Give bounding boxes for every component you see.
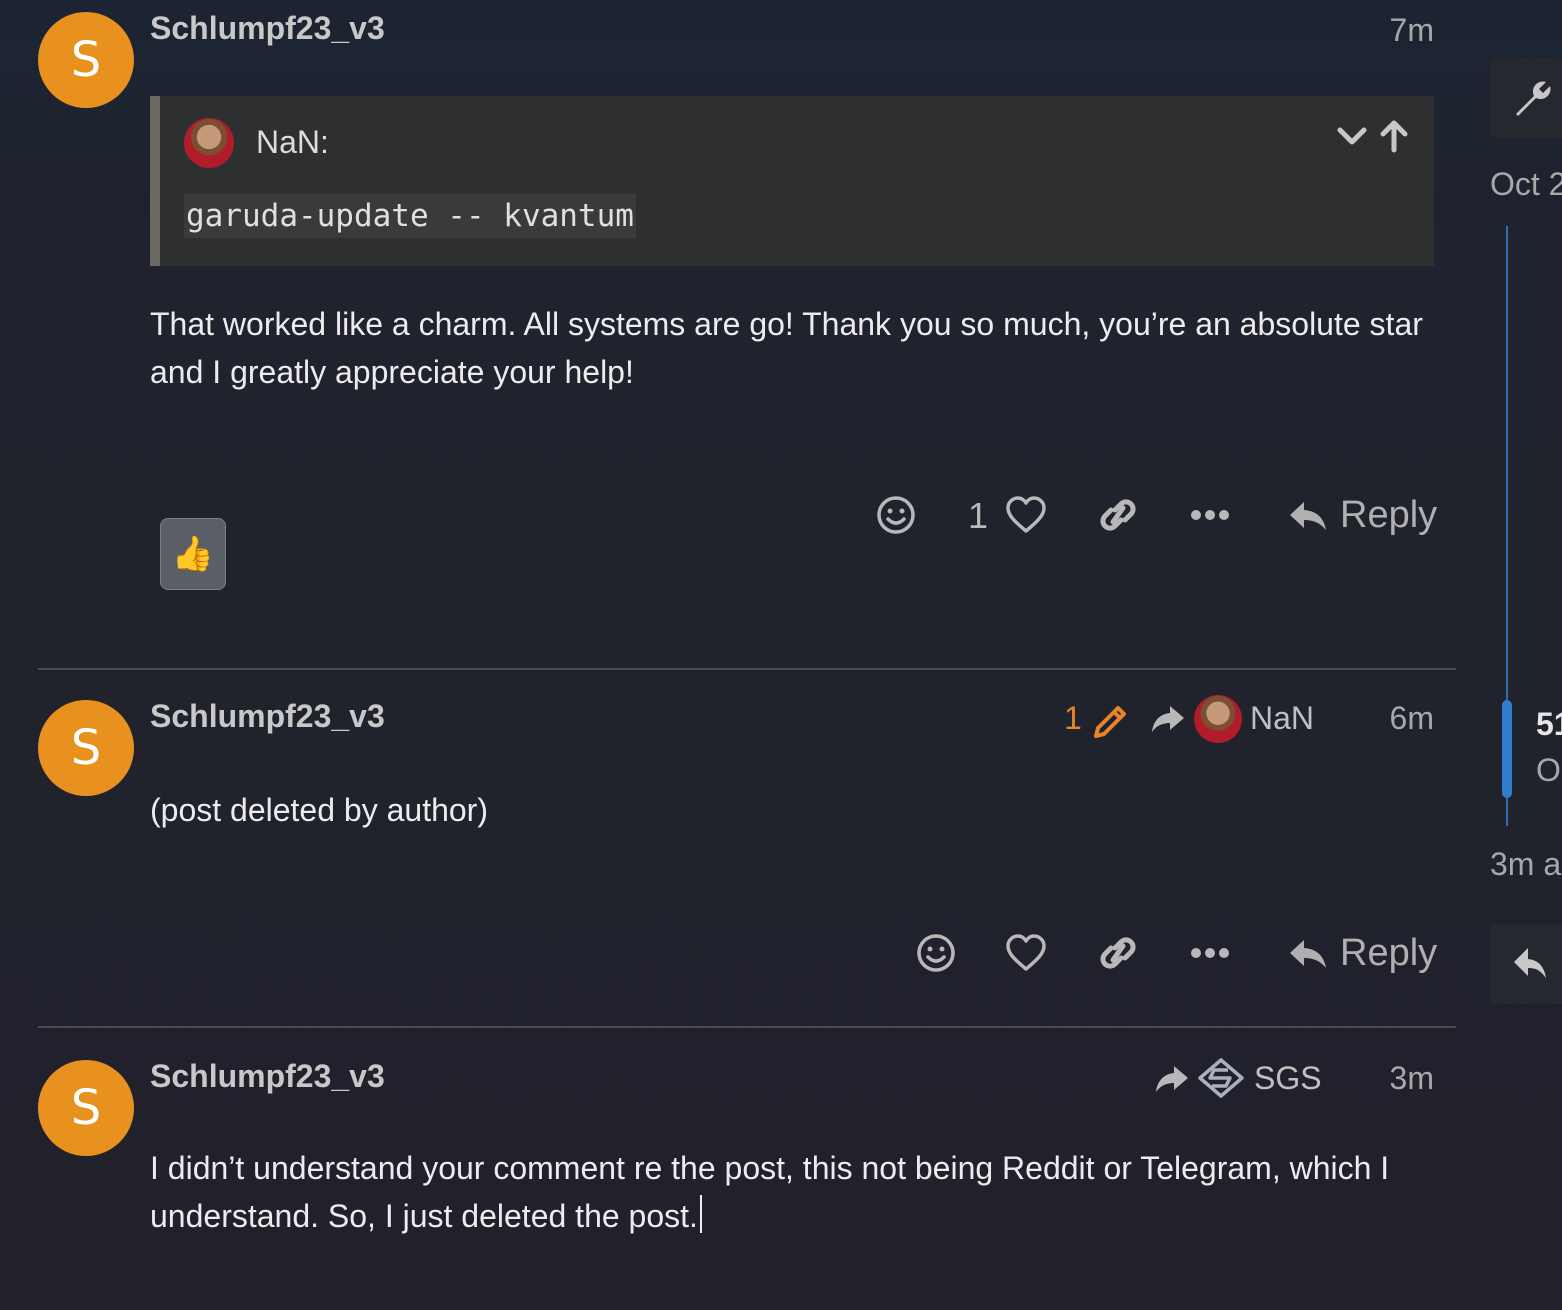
reply-label: Reply (1340, 494, 1438, 536)
user-avatar[interactable]: S (38, 700, 134, 796)
more-options-icon[interactable] (1188, 490, 1232, 540)
quote-block: NaN: garuda-update -- kvantum (150, 96, 1434, 266)
reply-to-username[interactable]: NaN (1250, 700, 1314, 737)
pencil-icon[interactable] (1090, 696, 1130, 746)
post-divider (38, 1026, 1456, 1028)
quote-avatar (184, 118, 234, 168)
timeline-position-date: Oc (1536, 752, 1562, 788)
emoji-reaction-button[interactable] (874, 490, 918, 540)
thumbs-up-reaction[interactable]: 👍 (160, 518, 226, 590)
quote-username: NaN: (256, 124, 329, 160)
post-2: S Schlumpf23_v3 1 NaN 6m (post deleted b… (38, 690, 1456, 1010)
link-icon[interactable] (1096, 490, 1140, 540)
timeline-start-date[interactable]: Oct 2 (1490, 166, 1562, 203)
reply-icon (1290, 502, 1326, 530)
sgs-logo-icon[interactable] (1196, 1054, 1246, 1104)
more-options-icon[interactable] (1188, 928, 1232, 978)
link-icon[interactable] (1096, 928, 1140, 978)
like-count[interactable]: 1 (968, 495, 988, 537)
post-body: I didn’t understand your comment re the … (150, 1144, 1440, 1240)
reply-button[interactable]: Reply (1286, 928, 1456, 978)
timeline-reply-button[interactable] (1490, 924, 1562, 1004)
post-body-text: I didn’t understand your comment re the … (150, 1150, 1390, 1234)
reply-button[interactable]: Reply (1286, 490, 1456, 540)
post-body: That worked like a charm. All systems ar… (150, 306, 1423, 390)
post-actions: 1 Reply (38, 490, 1456, 540)
post-actions: Reply (38, 928, 1456, 978)
reply-to-arrow-icon[interactable] (1148, 696, 1188, 746)
post-3: S Schlumpf23_v3 SGS 3m I didn’t understa… (38, 1050, 1456, 1310)
chevron-down-icon[interactable] (1332, 116, 1372, 156)
user-avatar[interactable]: S (38, 12, 134, 108)
text-caret (699, 1195, 702, 1233)
timeline-position: 51 (1536, 706, 1562, 742)
reply-label: Reply (1340, 932, 1438, 974)
emoji-reaction-button[interactable] (914, 928, 958, 978)
post-username[interactable]: Schlumpf23_v3 (150, 698, 385, 735)
post-time[interactable]: 3m (1390, 1060, 1434, 1097)
post-username[interactable]: Schlumpf23_v3 (150, 1058, 385, 1095)
post-time[interactable]: 7m (1390, 12, 1434, 49)
edit-count[interactable]: 1 (1064, 700, 1082, 737)
post-time[interactable]: 6m (1390, 700, 1434, 737)
admin-wrench-button[interactable] (1490, 58, 1562, 138)
heart-icon[interactable] (1004, 490, 1048, 540)
post-body: (post deleted by author) (150, 792, 488, 828)
code-snippet: garuda-update -- kvantum (184, 194, 636, 238)
reply-to-avatar[interactable] (1194, 695, 1242, 743)
heart-icon[interactable] (1004, 928, 1048, 978)
reply-icon (1290, 940, 1326, 968)
user-avatar[interactable]: S (38, 1060, 134, 1156)
reply-to-arrow-icon[interactable] (1152, 1056, 1192, 1106)
post-username[interactable]: Schlumpf23_v3 (150, 10, 385, 47)
reply-icon (1514, 948, 1546, 978)
post-divider (38, 668, 1456, 670)
reply-to-username[interactable]: SGS (1254, 1060, 1322, 1097)
post-1: S Schlumpf23_v3 7m NaN: garuda-update --… (38, 0, 1456, 640)
timeline-handle[interactable] (1502, 700, 1512, 798)
timeline-end-date[interactable]: 3m a (1490, 846, 1561, 883)
wrench-icon (1516, 81, 1551, 116)
arrow-up-icon[interactable] (1374, 116, 1414, 156)
